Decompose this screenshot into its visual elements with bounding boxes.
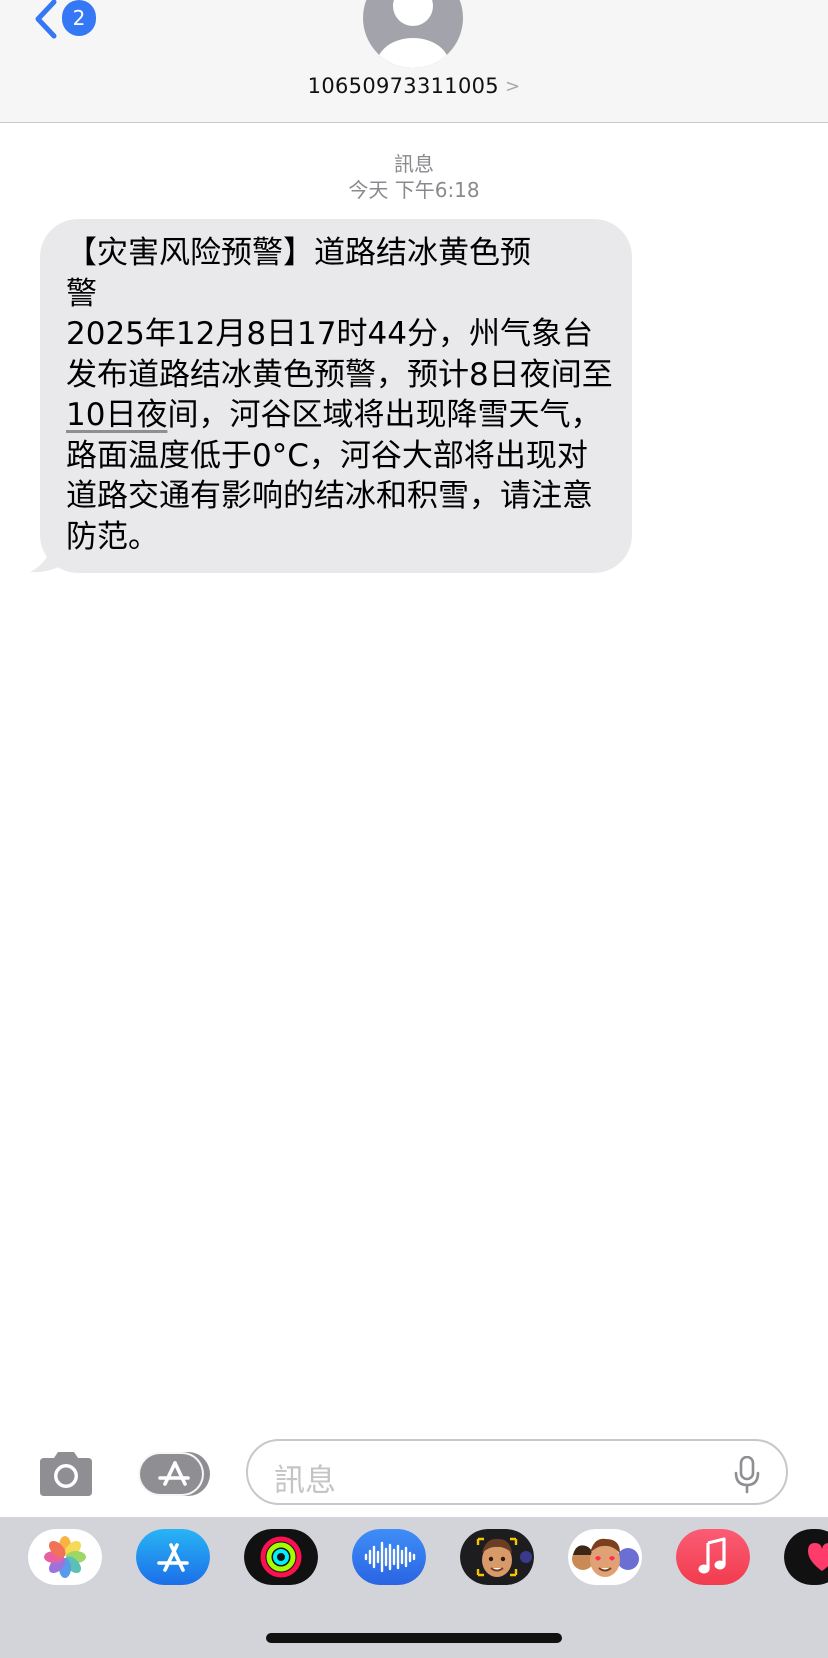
fitness-app-icon[interactable] (244, 1529, 318, 1585)
digital-touch-app-icon[interactable] (784, 1529, 828, 1585)
camera-icon[interactable] (36, 1450, 96, 1498)
date-link[interactable]: 10日夜 (66, 397, 167, 433)
message-text: 【灾害风险预警】道路结冰黄色预 警 2025年12月8日17时44分，州气象台发… (66, 233, 616, 557)
contact-avatar[interactable] (363, 0, 463, 68)
message-line-1: 【灾害风险预警】道路结冰黄色预 (66, 235, 531, 271)
service-label: 訊息 (394, 152, 434, 176)
memoji-stickers-app-icon[interactable] (568, 1529, 642, 1585)
app-store-app-icon[interactable] (136, 1529, 210, 1585)
message-input-placeholder: 訊息 (274, 1463, 336, 1499)
composer-bar: 訊息 (0, 1430, 828, 1516)
contact-name[interactable]: 10650973311005 > (0, 74, 828, 98)
chevron-right-icon: > (504, 76, 521, 97)
incoming-message-bubble[interactable]: 【灾害风险预警】道路结冰黄色预 警 2025年12月8日17时44分，州气象台发… (40, 219, 632, 573)
contact-number: 10650973311005 (307, 74, 499, 98)
photos-app-icon[interactable] (28, 1529, 102, 1585)
message-input[interactable]: 訊息 (246, 1439, 788, 1505)
message-body: 2025年12月8日17时44分，州气象台发布道路结冰黄色预警，预计8日夜间至 (66, 316, 613, 393)
audio-message-app-icon[interactable] (352, 1529, 426, 1585)
home-indicator[interactable] (266, 1633, 562, 1643)
music-app-icon[interactable] (676, 1529, 750, 1585)
message-line-2: 警 (66, 275, 97, 312)
conversation-header: 2 10650973311005 > (0, 0, 828, 123)
message-timestamp: 今天 下午6:18 (348, 178, 480, 202)
back-button[interactable]: 2 (30, 0, 102, 40)
memoji-app-icon[interactable] (460, 1529, 534, 1585)
unread-count-badge: 2 (62, 0, 96, 36)
microphone-icon[interactable] (734, 1456, 760, 1494)
chevron-left-icon (35, 0, 57, 39)
apps-button-icon[interactable] (138, 1450, 214, 1498)
